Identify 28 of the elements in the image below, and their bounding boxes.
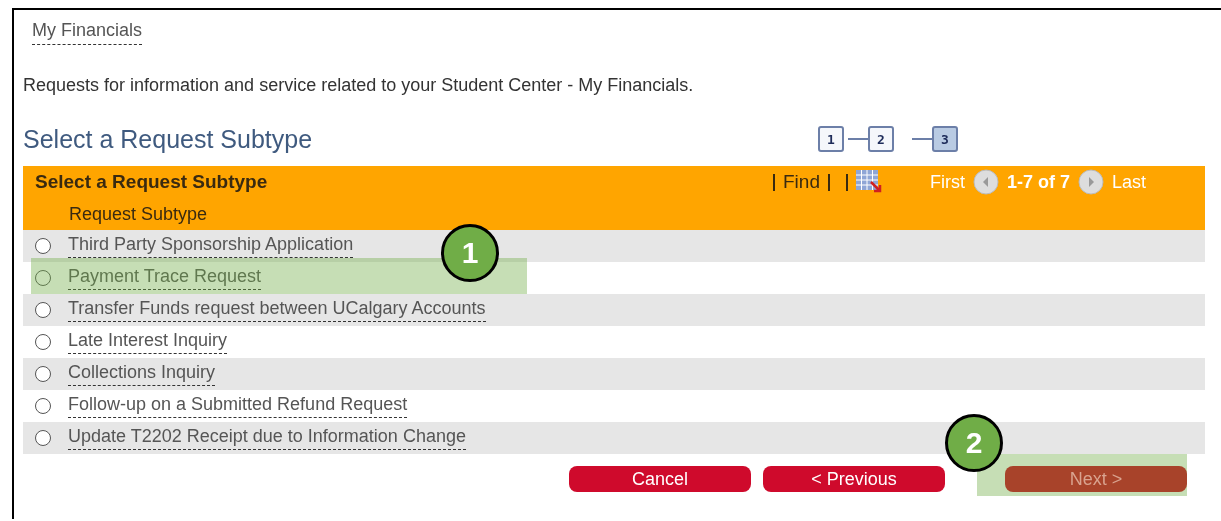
subtype-link[interactable]: Late Interest Inquiry bbox=[68, 330, 228, 354]
step-marker: 2 bbox=[945, 414, 1003, 472]
column-title: Request Subtype bbox=[69, 203, 208, 225]
step-indicator: 3 bbox=[932, 126, 958, 152]
subtype-link[interactable]: Collections Inquiry bbox=[68, 362, 216, 386]
grid-download-icon[interactable] bbox=[855, 170, 882, 194]
subtype-link[interactable]: Third Party Sponsorship Application bbox=[68, 234, 354, 258]
grid-title: Select a Request Subtype bbox=[35, 171, 269, 193]
radio-button[interactable] bbox=[35, 366, 51, 382]
subtype-link[interactable]: Follow-up on a Submitted Refund Request bbox=[68, 394, 408, 418]
subtype-link[interactable]: Payment Trace Request bbox=[68, 266, 262, 290]
page-heading: Select a Request Subtype bbox=[23, 124, 314, 154]
previous-button[interactable]: < Previous bbox=[763, 466, 945, 492]
row-range-text: 1-7 of 7 bbox=[1006, 171, 1070, 193]
description-text: Requests for information and service related to your Student Center - My Financials. bbox=[23, 75, 695, 96]
radio-button[interactable] bbox=[35, 398, 51, 414]
step-indicator: 2 bbox=[868, 126, 894, 152]
radio-button[interactable] bbox=[35, 302, 51, 318]
radio-button[interactable] bbox=[35, 270, 51, 286]
cancel-button[interactable]: Cancel bbox=[569, 466, 751, 492]
radio-button[interactable] bbox=[35, 334, 51, 350]
find-link[interactable]: Find bbox=[783, 171, 820, 193]
breadcrumb-link[interactable]: My Financials bbox=[32, 20, 143, 45]
radio-button[interactable] bbox=[35, 238, 51, 254]
step-marker: 1 bbox=[441, 224, 499, 282]
radio-button[interactable] bbox=[35, 430, 51, 446]
step-indicator: 1 bbox=[818, 126, 844, 152]
subtype-link[interactable]: Update T2202 Receipt due to Information Change bbox=[68, 426, 466, 450]
